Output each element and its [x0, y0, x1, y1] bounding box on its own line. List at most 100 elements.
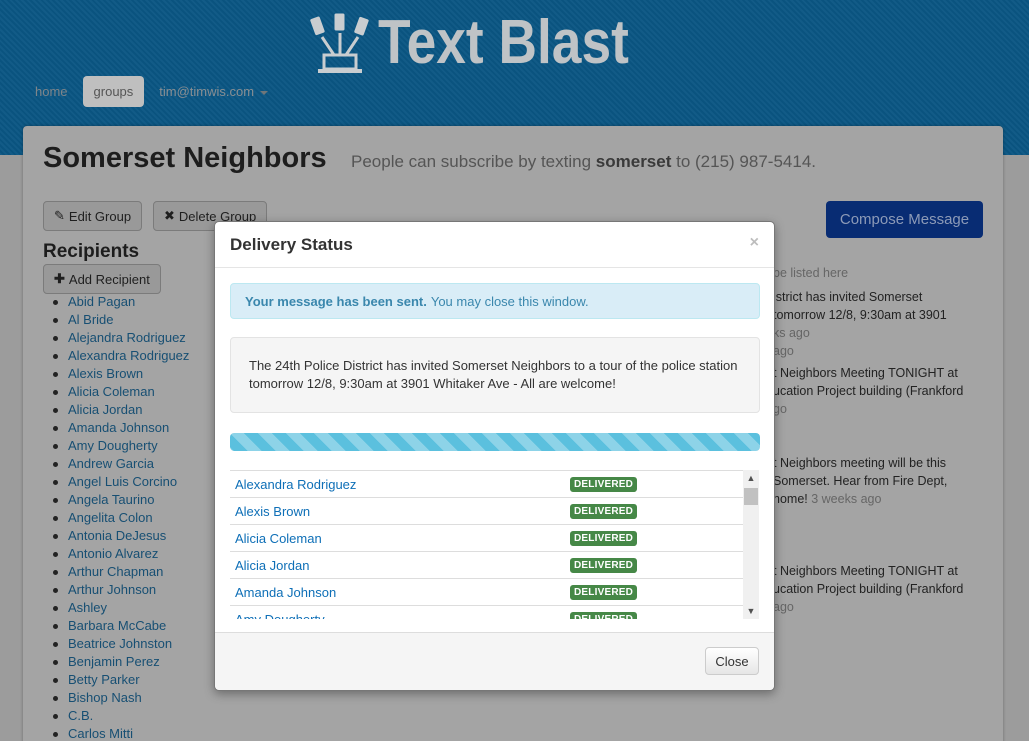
feed-text: home!	[773, 492, 808, 506]
recipient-link[interactable]: Alexandra Rodriguez	[53, 347, 189, 365]
subtitle-pre: People can subscribe by texting	[351, 152, 592, 171]
recipients-heading: Recipients	[43, 241, 140, 262]
recipient-link[interactable]: Arthur Johnson	[53, 581, 189, 599]
recipient-link[interactable]: Antonia DeJesus	[53, 527, 189, 545]
alert-text: You may close this window.	[430, 293, 589, 309]
add-recipient-label: Add Recipient	[68, 271, 150, 287]
x-icon: ✖	[164, 208, 175, 223]
alert-strong: Your message has been sent.	[245, 293, 427, 309]
recipient-link[interactable]: Barbara McCabe	[53, 617, 189, 635]
feed-line: istrict has invited Somerset	[773, 290, 923, 304]
modal-title: Delivery Status	[230, 234, 353, 254]
nav-user-label: tim@timwis.com	[159, 84, 255, 99]
recipient-link[interactable]: Andrew Garcia	[53, 455, 189, 473]
nav-home[interactable]: home	[24, 76, 79, 107]
modal-header: Delivery Status	[215, 222, 774, 268]
recipient-link[interactable]: Angelita Colon	[53, 509, 189, 527]
status-badge: DELIVERED	[570, 557, 638, 573]
phones-laptop-icon	[310, 12, 370, 73]
table-row: Alicia Coleman DELIVERED	[230, 525, 745, 552]
delivery-table[interactable]: Alexandra Rodriguez DELIVERED Alexis Brown…	[230, 470, 745, 619]
brand-name: Text Blast	[378, 8, 629, 77]
recipient-link[interactable]: Antonio Alvarez	[53, 545, 189, 563]
subtitle-keyword: somerset	[595, 152, 672, 171]
recipient-link[interactable]: Amanda Johnson	[53, 419, 189, 437]
message-feed: be listed here istrict has invited Somer…	[773, 264, 1003, 616]
compose-message-button[interactable]: Compose Message	[826, 201, 983, 238]
recipient-link[interactable]: Ashley	[53, 599, 189, 617]
scroll-up-icon[interactable]: ▲	[743, 470, 759, 486]
recipient-link[interactable]: C.B.	[53, 707, 189, 725]
recipient-link[interactable]: Beatrice Johnston	[53, 635, 189, 653]
feed-time: ago	[773, 344, 794, 358]
recipient-name-link[interactable]: Amanda Johnson	[230, 585, 570, 600]
table-row: Alicia Jordan DELIVERED	[230, 552, 745, 579]
plus-icon: ✚	[54, 271, 65, 286]
recipient-name-link[interactable]: Alicia Coleman	[230, 531, 570, 546]
message-preview: The 24th Police District has invited Som…	[230, 337, 760, 413]
table-row: Alexandra Rodriguez DELIVERED	[230, 471, 745, 498]
feed-line: tomorrow 12/8, 9:30am at 3901	[773, 308, 947, 322]
status-badge: DELIVERED	[570, 476, 638, 492]
page-subtitle: People can subscribe by texting somerset…	[351, 152, 816, 172]
feed-line: t Neighbors Meeting TONIGHT at	[773, 366, 958, 380]
close-icon[interactable]: ×	[750, 234, 759, 252]
status-badge: DELIVERED	[570, 611, 638, 619]
feed-time: ks ago	[773, 326, 810, 340]
table-row: Amy Dougherty DELIVERED	[230, 606, 745, 619]
feed-time: ago	[773, 600, 794, 614]
modal-footer: Close	[215, 632, 774, 690]
recipient-link[interactable]: Angel Luis Corcino	[53, 473, 189, 491]
page-title: Somerset Neighbors	[43, 142, 327, 174]
sent-alert: Your message has been sent. You may clos…	[230, 283, 760, 319]
status-badge: DELIVERED	[570, 530, 638, 546]
add-recipient-button[interactable]: ✚ Add Recipient	[43, 264, 161, 294]
nav-groups[interactable]: groups	[82, 76, 145, 107]
recipient-link[interactable]: Amy Dougherty	[53, 437, 189, 455]
table-scrollbar[interactable]: ▲ ▼	[743, 470, 759, 619]
edit-group-label: Edit Group	[68, 208, 132, 224]
subtitle-post: to (215) 987-5414.	[676, 152, 817, 171]
chevron-down-icon	[260, 90, 269, 95]
feed-time: go	[773, 402, 787, 416]
feed-placeholder: be listed here	[773, 266, 849, 280]
brand-logo[interactable]: Text Blast	[310, 8, 670, 78]
recipient-link[interactable]: Arthur Chapman	[53, 563, 189, 581]
recipient-link[interactable]: Betty Parker	[53, 671, 189, 689]
recipient-link[interactable]: Al Bride	[53, 311, 189, 329]
scroll-down-icon[interactable]: ▼	[743, 603, 759, 619]
recipient-link[interactable]: Angela Taurino	[53, 491, 189, 509]
feed-line: home! 3 weeks ago	[773, 490, 1003, 508]
recipient-link[interactable]: Alejandra Rodriguez	[53, 329, 189, 347]
feed-line: Somerset. Hear from Fire Dept,	[773, 474, 948, 488]
recipient-link[interactable]: Benjamin Perez	[53, 653, 189, 671]
edit-group-button[interactable]: ✎ Edit Group	[43, 201, 143, 231]
top-nav: home groups tim@timwis.com	[24, 76, 283, 107]
recipient-list: Abid Pagan Al Bride Alejandra Rodriguez Ale…	[53, 293, 189, 741]
scroll-thumb[interactable]	[744, 488, 758, 505]
recipient-link[interactable]: Bishop Nash	[53, 689, 189, 707]
progress-fill	[230, 433, 760, 451]
status-badge: DELIVERED	[570, 584, 638, 600]
recipient-link[interactable]: Carlos Mitti	[53, 725, 189, 741]
feed-line: ucation Project building (Frankford	[773, 582, 964, 596]
close-button[interactable]: Close	[705, 647, 759, 675]
recipient-name-link[interactable]: Amy Dougherty	[230, 612, 570, 620]
nav-user-menu[interactable]: tim@timwis.com	[148, 76, 279, 107]
table-row: Alexis Brown DELIVERED	[230, 498, 745, 525]
table-row: Amanda Johnson DELIVERED	[230, 579, 745, 606]
delivery-status-modal: Delivery Status × Your message has been …	[214, 221, 775, 691]
recipient-name-link[interactable]: Alexis Brown	[230, 504, 570, 519]
feed-line: t Neighbors Meeting TONIGHT at	[773, 564, 958, 578]
feed-line: ucation Project building (Frankford	[773, 384, 964, 398]
pencil-icon: ✎	[54, 208, 65, 223]
recipient-name-link[interactable]: Alicia Jordan	[230, 558, 570, 573]
feed-time: 3 weeks ago	[811, 492, 882, 506]
recipient-name-link[interactable]: Alexandra Rodriguez	[230, 477, 570, 492]
recipient-link[interactable]: Alicia Coleman	[53, 383, 189, 401]
recipient-link[interactable]: Alexis Brown	[53, 365, 189, 383]
feed-line: t Neighbors meeting will be this	[773, 456, 946, 470]
recipient-link[interactable]: Alicia Jordan	[53, 401, 189, 419]
status-badge: DELIVERED	[570, 503, 638, 519]
recipient-link[interactable]: Abid Pagan	[53, 293, 189, 311]
